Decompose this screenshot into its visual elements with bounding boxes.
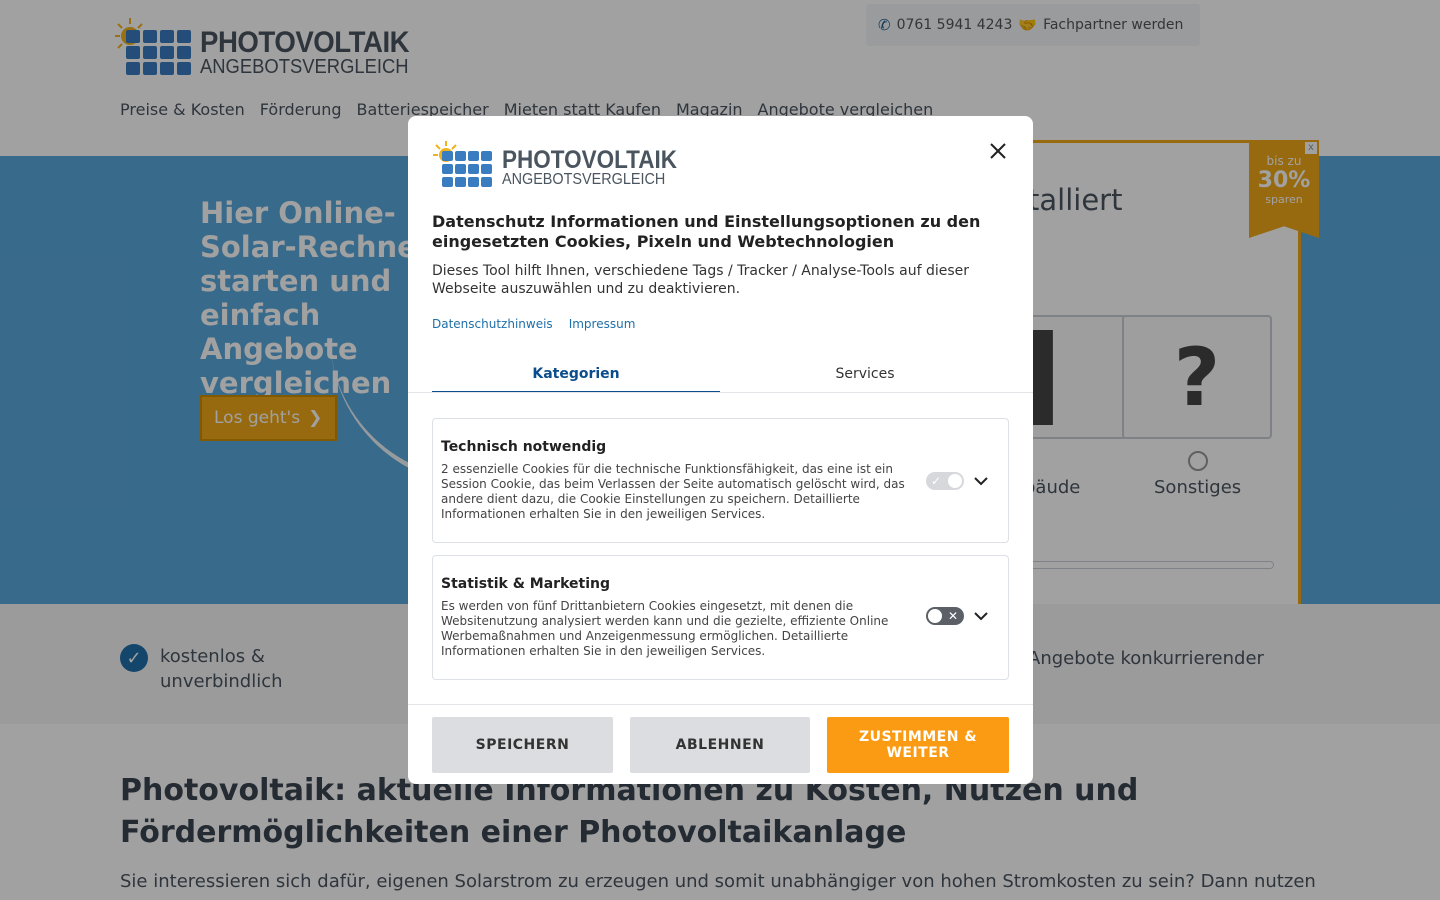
check-icon: ✓ xyxy=(931,474,942,488)
chevron-down-icon[interactable] xyxy=(971,471,991,491)
category-toggle-statistics[interactable]: ✕ xyxy=(926,607,964,625)
close-icon: ✕ xyxy=(947,609,958,623)
category-title: Technisch notwendig xyxy=(441,439,607,455)
tab-services[interactable]: Services xyxy=(721,360,1009,393)
accept-button[interactable]: ZUSTIMMEN & WEITER xyxy=(827,717,1009,773)
category-toggle-technical[interactable]: ✓ xyxy=(926,472,964,490)
tabs-divider xyxy=(408,392,1033,393)
dialog-tabs: Kategorien Services xyxy=(432,360,1009,393)
category-title: Statistik & Marketing xyxy=(441,576,610,592)
dialog-links: Datenschutzhinweis Impressum xyxy=(432,317,635,331)
category-description: 2 essenzielle Cookies für die technische… xyxy=(441,462,905,521)
solar-logo-icon xyxy=(433,141,492,187)
dialog-title: Datenschutz Informationen und Einstellun… xyxy=(432,212,981,251)
toggle-knob xyxy=(948,474,962,488)
dialog-description: Dieses Tool hilft Ihnen, verschiedene Ta… xyxy=(432,263,970,297)
reject-button[interactable]: ABLEHNEN xyxy=(630,717,810,773)
imprint-link[interactable]: Impressum xyxy=(569,317,636,331)
save-button[interactable]: SPEICHERN xyxy=(432,717,613,773)
category-technical: Technisch notwendig 2 essenzielle Cookie… xyxy=(432,418,1009,543)
cookie-consent-dialog: PHOTOVOLTAIK ANGEBOTSVERGLEICH Datenschu… xyxy=(408,116,1033,784)
dialog-logo: PHOTOVOLTAIK ANGEBOTSVERGLEICH xyxy=(432,140,677,190)
chevron-down-icon[interactable] xyxy=(971,606,991,626)
category-statistics-marketing: Statistik & Marketing Es werden von fünf… xyxy=(432,555,1009,680)
tab-categories[interactable]: Kategorien xyxy=(432,360,720,393)
dialog-logo-subtitle: ANGEBOTSVERGLEICH xyxy=(502,171,666,188)
category-description: Es werden von fünf Drittanbietern Cookie… xyxy=(441,599,889,658)
privacy-link[interactable]: Datenschutzhinweis xyxy=(432,317,553,331)
close-icon[interactable] xyxy=(986,139,1010,163)
toggle-knob xyxy=(928,609,942,623)
footer-divider xyxy=(408,704,1033,705)
